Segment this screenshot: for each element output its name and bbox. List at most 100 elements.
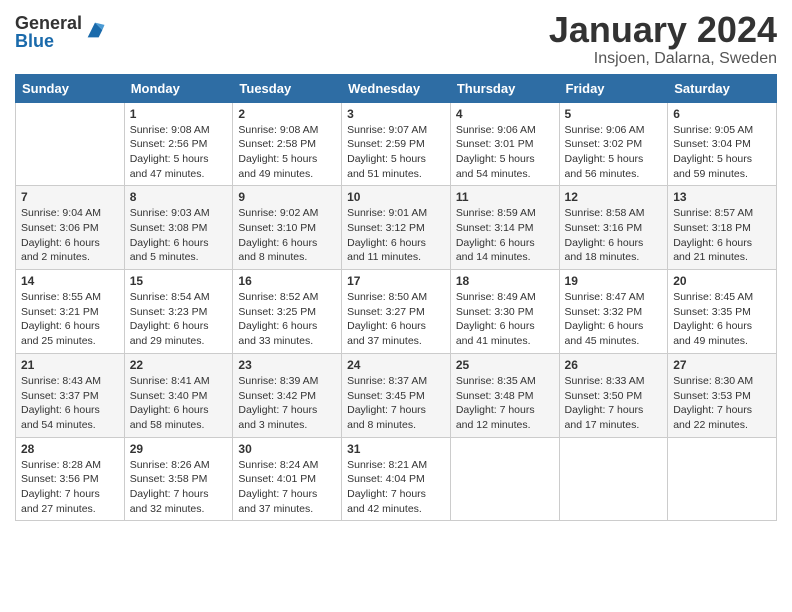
logo-blue: Blue <box>15 32 82 50</box>
day-details: Sunrise: 8:59 AMSunset: 3:14 PMDaylight:… <box>456 206 554 265</box>
day-details: Sunrise: 9:06 AMSunset: 3:02 PMDaylight:… <box>565 123 663 182</box>
header-day-sunday: Sunday <box>16 74 125 102</box>
day-number: 3 <box>347 107 445 121</box>
title-area: January 2024 Insjoen, Dalarna, Sweden <box>549 10 777 68</box>
day-number: 5 <box>565 107 663 121</box>
header-day-friday: Friday <box>559 74 668 102</box>
location-title: Insjoen, Dalarna, Sweden <box>549 50 777 68</box>
calendar-cell: 11Sunrise: 8:59 AMSunset: 3:14 PMDayligh… <box>450 186 559 270</box>
day-number: 17 <box>347 274 445 288</box>
week-row-4: 28 Sunrise: 8:28 AMSunset: 3:56 PMDayligh… <box>16 437 777 521</box>
day-number: 28 <box>21 442 119 456</box>
day-details: Sunrise: 8:28 AMSunset: 3:56 PMDaylight:… <box>21 458 119 517</box>
day-details: Sunrise: 8:54 AMSunset: 3:23 PMDaylight:… <box>130 290 228 349</box>
calendar-header: SundayMondayTuesdayWednesdayThursdayFrid… <box>16 74 777 102</box>
day-details: Sunrise: 8:35 AMSunset: 3:48 PMDaylight:… <box>456 374 554 433</box>
day-number: 24 <box>347 358 445 372</box>
calendar-cell <box>450 437 559 521</box>
day-details: Sunrise: 8:39 AMSunset: 3:42 PMDaylight:… <box>238 374 336 433</box>
day-number: 1 <box>130 107 228 121</box>
header-day-saturday: Saturday <box>668 74 777 102</box>
day-details: Sunrise: 9:08 AMSunset: 2:58 PMDaylight:… <box>238 123 336 182</box>
header-day-monday: Monday <box>124 74 233 102</box>
calendar-cell: 7Sunrise: 9:04 AMSunset: 3:06 PMDaylight… <box>16 186 125 270</box>
calendar-cell <box>668 437 777 521</box>
day-details: Sunrise: 8:41 AMSunset: 3:40 PMDaylight:… <box>130 374 228 433</box>
day-details: Sunrise: 8:21 AMSunset: 4:04 PMDaylight:… <box>347 458 445 517</box>
calendar-cell: 26 Sunrise: 8:33 AMSunset: 3:50 PMDayligh… <box>559 353 668 437</box>
day-number: 19 <box>565 274 663 288</box>
day-details: Sunrise: 8:49 AMSunset: 3:30 PMDaylight:… <box>456 290 554 349</box>
day-number: 16 <box>238 274 336 288</box>
calendar-table: SundayMondayTuesdayWednesdayThursdayFrid… <box>15 74 777 522</box>
day-number: 13 <box>673 190 771 204</box>
calendar-cell: 30 Sunrise: 8:24 AMSunset: 4:01 PMDayligh… <box>233 437 342 521</box>
day-number: 22 <box>130 358 228 372</box>
day-details: Sunrise: 8:33 AMSunset: 3:50 PMDaylight:… <box>565 374 663 433</box>
calendar-cell: 27 Sunrise: 8:30 AMSunset: 3:53 PMDayligh… <box>668 353 777 437</box>
day-number: 15 <box>130 274 228 288</box>
calendar-cell: 28 Sunrise: 8:28 AMSunset: 3:56 PMDayligh… <box>16 437 125 521</box>
day-details: Sunrise: 9:02 AMSunset: 3:10 PMDaylight:… <box>238 206 336 265</box>
day-number: 6 <box>673 107 771 121</box>
day-details: Sunrise: 9:04 AMSunset: 3:06 PMDaylight:… <box>21 206 119 265</box>
day-details: Sunrise: 9:01 AMSunset: 3:12 PMDaylight:… <box>347 206 445 265</box>
calendar-cell: 16 Sunrise: 8:52 AMSunset: 3:25 PMDayligh… <box>233 270 342 354</box>
day-number: 29 <box>130 442 228 456</box>
calendar-cell: 23 Sunrise: 8:39 AMSunset: 3:42 PMDayligh… <box>233 353 342 437</box>
calendar-body: 1 Sunrise: 9:08 AMSunset: 2:56 PMDaylight… <box>16 102 777 521</box>
logo-general: General <box>15 14 82 32</box>
day-number: 9 <box>238 190 336 204</box>
day-details: Sunrise: 8:37 AMSunset: 3:45 PMDaylight:… <box>347 374 445 433</box>
day-number: 2 <box>238 107 336 121</box>
day-details: Sunrise: 8:45 AMSunset: 3:35 PMDaylight:… <box>673 290 771 349</box>
day-details: Sunrise: 8:52 AMSunset: 3:25 PMDaylight:… <box>238 290 336 349</box>
week-row-3: 21Sunrise: 8:43 AMSunset: 3:37 PMDayligh… <box>16 353 777 437</box>
day-details: Sunrise: 8:24 AMSunset: 4:01 PMDaylight:… <box>238 458 336 517</box>
day-number: 4 <box>456 107 554 121</box>
week-row-0: 1 Sunrise: 9:08 AMSunset: 2:56 PMDaylight… <box>16 102 777 186</box>
day-number: 25 <box>456 358 554 372</box>
calendar-cell: 13 Sunrise: 8:57 AMSunset: 3:18 PMDayligh… <box>668 186 777 270</box>
calendar-cell: 9 Sunrise: 9:02 AMSunset: 3:10 PMDaylight… <box>233 186 342 270</box>
day-details: Sunrise: 8:47 AMSunset: 3:32 PMDaylight:… <box>565 290 663 349</box>
day-details: Sunrise: 8:58 AMSunset: 3:16 PMDaylight:… <box>565 206 663 265</box>
calendar-cell: 6 Sunrise: 9:05 AMSunset: 3:04 PMDaylight… <box>668 102 777 186</box>
month-title: January 2024 <box>549 10 777 50</box>
day-details: Sunrise: 8:26 AMSunset: 3:58 PMDaylight:… <box>130 458 228 517</box>
calendar-cell: 31 Sunrise: 8:21 AMSunset: 4:04 PMDayligh… <box>342 437 451 521</box>
day-number: 18 <box>456 274 554 288</box>
day-number: 14 <box>21 274 119 288</box>
header-day-wednesday: Wednesday <box>342 74 451 102</box>
day-number: 26 <box>565 358 663 372</box>
calendar-cell: 21Sunrise: 8:43 AMSunset: 3:37 PMDayligh… <box>16 353 125 437</box>
day-number: 30 <box>238 442 336 456</box>
day-details: Sunrise: 8:50 AMSunset: 3:27 PMDaylight:… <box>347 290 445 349</box>
day-number: 12 <box>565 190 663 204</box>
day-number: 8 <box>130 190 228 204</box>
calendar-cell: 20Sunrise: 8:45 AMSunset: 3:35 PMDayligh… <box>668 270 777 354</box>
day-details: Sunrise: 8:55 AMSunset: 3:21 PMDaylight:… <box>21 290 119 349</box>
logo: General Blue <box>15 14 106 50</box>
day-details: Sunrise: 8:57 AMSunset: 3:18 PMDaylight:… <box>673 206 771 265</box>
day-number: 10 <box>347 190 445 204</box>
day-details: Sunrise: 9:07 AMSunset: 2:59 PMDaylight:… <box>347 123 445 182</box>
day-number: 31 <box>347 442 445 456</box>
week-row-1: 7Sunrise: 9:04 AMSunset: 3:06 PMDaylight… <box>16 186 777 270</box>
calendar-cell: 25 Sunrise: 8:35 AMSunset: 3:48 PMDayligh… <box>450 353 559 437</box>
calendar-cell: 15 Sunrise: 8:54 AMSunset: 3:23 PMDayligh… <box>124 270 233 354</box>
day-details: Sunrise: 9:05 AMSunset: 3:04 PMDaylight:… <box>673 123 771 182</box>
day-number: 23 <box>238 358 336 372</box>
day-number: 27 <box>673 358 771 372</box>
calendar-cell: 3 Sunrise: 9:07 AMSunset: 2:59 PMDaylight… <box>342 102 451 186</box>
calendar-cell: 19 Sunrise: 8:47 AMSunset: 3:32 PMDayligh… <box>559 270 668 354</box>
day-number: 21 <box>21 358 119 372</box>
calendar-cell: 12 Sunrise: 8:58 AMSunset: 3:16 PMDayligh… <box>559 186 668 270</box>
day-details: Sunrise: 8:30 AMSunset: 3:53 PMDaylight:… <box>673 374 771 433</box>
calendar-cell: 2 Sunrise: 9:08 AMSunset: 2:58 PMDaylight… <box>233 102 342 186</box>
day-details: Sunrise: 9:08 AMSunset: 2:56 PMDaylight:… <box>130 123 228 182</box>
calendar-cell: 4Sunrise: 9:06 AMSunset: 3:01 PMDaylight… <box>450 102 559 186</box>
calendar-cell: 14 Sunrise: 8:55 AMSunset: 3:21 PMDayligh… <box>16 270 125 354</box>
calendar-cell: 22 Sunrise: 8:41 AMSunset: 3:40 PMDayligh… <box>124 353 233 437</box>
header-row: SundayMondayTuesdayWednesdayThursdayFrid… <box>16 74 777 102</box>
